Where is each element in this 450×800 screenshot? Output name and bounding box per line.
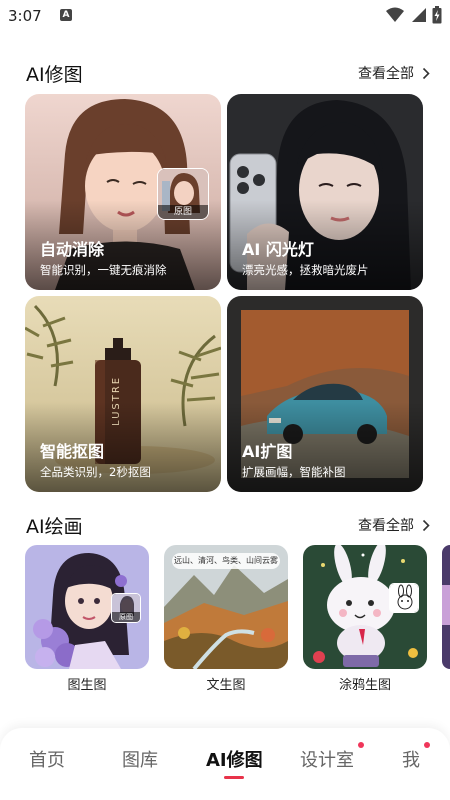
next-painting-art bbox=[442, 545, 450, 669]
smart-cutout-title: 智能抠图 bbox=[40, 442, 105, 461]
chevron-right-icon bbox=[422, 519, 430, 531]
status-icons bbox=[386, 6, 442, 24]
text-to-image-label: 文生图 bbox=[206, 678, 246, 693]
smart-cutout-card[interactable]: LUSTRE 智能抠图 全品类识别，2秒抠图 bbox=[25, 296, 221, 492]
image-to-image-label: 图生图 bbox=[67, 678, 107, 693]
ai-retouch-see-all-button[interactable]: 查看全部 bbox=[358, 63, 430, 83]
original-thumbnail[interactable]: 原图 bbox=[157, 168, 209, 220]
ai-painting-header: AI绘画 查看全部 bbox=[0, 512, 450, 542]
ai-painting-title: AI绘画 bbox=[26, 516, 83, 538]
ai-expand-title: AI扩图 bbox=[242, 442, 293, 461]
doodle-sketch-thumbnail[interactable] bbox=[389, 583, 419, 613]
nav-home[interactable]: 首页 bbox=[29, 746, 65, 772]
prompt-text: 远山、清河、鸟类、山间云雾 bbox=[174, 556, 278, 565]
next-painting-tile-partial[interactable] bbox=[442, 545, 450, 669]
ai-painting-see-all-button[interactable]: 查看全部 bbox=[358, 515, 430, 535]
auto-erase-subtitle: 智能识别，一键无痕消除 bbox=[40, 263, 167, 277]
ai-flash-title: AI 闪光灯 bbox=[242, 240, 314, 259]
active-tab-indicator bbox=[224, 776, 244, 779]
nav-design-studio[interactable]: 设计室 bbox=[300, 746, 354, 772]
battery-charging-icon bbox=[432, 6, 442, 24]
status-bar: 3:07 A bbox=[0, 0, 450, 32]
ai-expand-subtitle: 扩展画幅，智能补图 bbox=[242, 465, 346, 479]
ai-flash-card[interactable]: AI 闪光灯 漂亮光感，拯救暗光废片 bbox=[227, 94, 423, 290]
original-thumbnail[interactable]: 原图 bbox=[111, 593, 141, 623]
ai-expand-card[interactable]: AI扩图 扩展画幅，智能补图 bbox=[227, 296, 423, 492]
me-notification-dot bbox=[424, 742, 430, 748]
prompt-chip: 远山、清河、鸟类、山间云雾 bbox=[172, 553, 280, 569]
doodle-to-image-tile[interactable] bbox=[303, 545, 427, 669]
signal-icon bbox=[412, 8, 426, 22]
wifi-icon bbox=[386, 7, 404, 22]
auto-erase-title: 自动消除 bbox=[40, 240, 105, 259]
original-label: 原图 bbox=[112, 612, 140, 622]
text-to-image-tile[interactable]: 远山、清河、鸟类、山间云雾 bbox=[164, 545, 288, 669]
nav-gallery[interactable]: 图库 bbox=[122, 746, 158, 772]
original-label: 原图 bbox=[158, 205, 208, 219]
status-time: 3:07 bbox=[8, 7, 42, 25]
ai-retouch-header: AI修图 查看全部 bbox=[0, 60, 450, 90]
nav-ai-retouch[interactable]: AI修图 bbox=[206, 746, 263, 772]
see-all-label: 查看全部 bbox=[358, 518, 414, 534]
see-all-label: 查看全部 bbox=[358, 66, 414, 82]
smart-cutout-subtitle: 全品类识别，2秒抠图 bbox=[40, 465, 151, 479]
bottom-navigation-bar: 首页 图库 AI修图 设计室 我 bbox=[0, 728, 450, 800]
doodle-to-image-label: 涂鸦生图 bbox=[338, 678, 391, 693]
ai-flash-subtitle: 漂亮光感，拯救暗光废片 bbox=[242, 263, 369, 277]
nav-me[interactable]: 我 bbox=[402, 746, 420, 772]
rabbit-sketch-image bbox=[390, 584, 418, 612]
image-to-image-tile[interactable]: 原图 bbox=[25, 545, 149, 669]
chevron-right-icon bbox=[422, 67, 430, 79]
ai-retouch-title: AI修图 bbox=[26, 64, 83, 86]
design-studio-notification-dot bbox=[358, 742, 364, 748]
notification-a-icon: A bbox=[60, 9, 72, 21]
auto-erase-card[interactable]: 原图 自动消除 智能识别，一键无痕消除 bbox=[25, 94, 221, 290]
